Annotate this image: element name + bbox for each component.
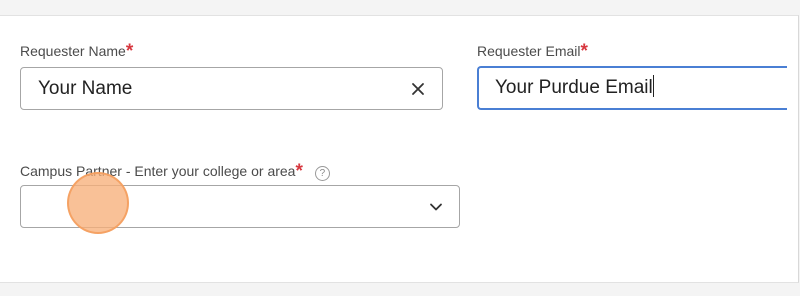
requester-email-value: Your Purdue Email [495,77,653,98]
requester-email-label-text: Requester Email [477,43,581,59]
click-indicator [67,172,129,234]
campus-partner-label: Campus Partner - Enter your college or a… [20,160,330,182]
requester-email-label: Requester Email* [477,40,588,62]
requester-name-label: Requester Name* [20,40,133,62]
chevron-down-icon[interactable] [429,202,443,212]
text-caret [652,75,654,97]
required-asterisk: * [125,41,134,62]
requester-email-value-wrap: Your Purdue Email [495,68,654,108]
requester-name-value: Your Name [38,78,133,99]
required-asterisk: * [295,161,303,182]
requester-name-label-text: Requester Name [20,43,126,59]
close-icon[interactable] [410,81,426,97]
requester-email-field[interactable]: Your Purdue Email [477,66,787,110]
help-icon[interactable]: ? [314,166,330,181]
required-asterisk: * [580,41,588,62]
requester-name-field[interactable]: Your Name [20,67,443,110]
campus-partner-label-text: Campus Partner - Enter your college or a… [20,163,296,179]
